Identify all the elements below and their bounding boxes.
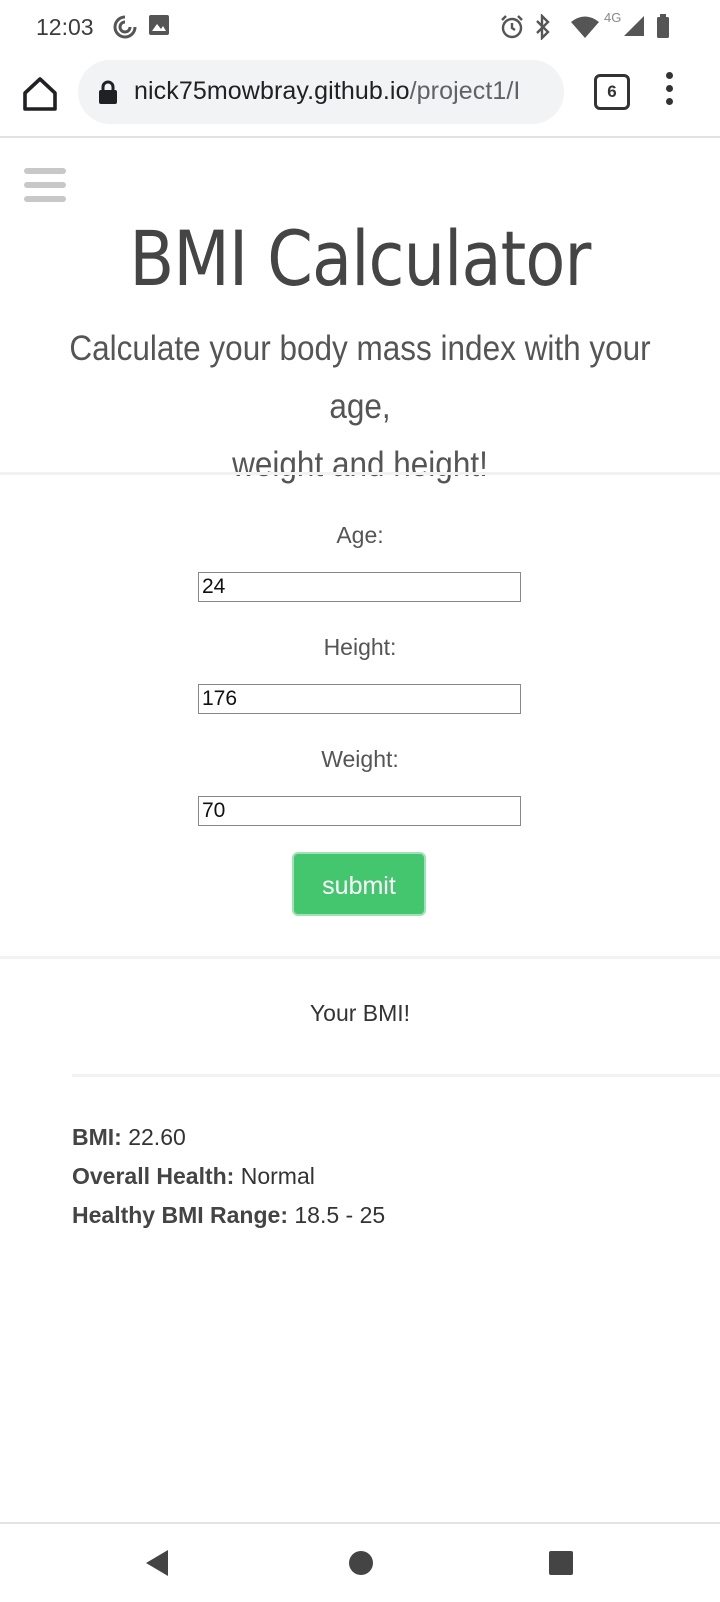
bluetooth-icon xyxy=(534,13,552,45)
health-result: Overall Health: Normal xyxy=(72,1163,315,1190)
divider xyxy=(0,956,720,959)
height-label: Height: xyxy=(323,634,397,660)
status-bar: 12:03 4G xyxy=(0,0,720,56)
url-host: nick75mowbray.github.io xyxy=(134,77,410,105)
result-divider xyxy=(72,1074,720,1077)
back-icon[interactable] xyxy=(144,1548,170,1583)
page-title: BMI Calculator xyxy=(129,214,591,303)
weight-label: Weight: xyxy=(321,746,399,772)
url-text: nick75mowbray.github.io/project1/I xyxy=(134,77,520,106)
range-label: Healthy BMI Range: xyxy=(72,1202,288,1228)
range-result: Healthy BMI Range: 18.5 - 25 xyxy=(72,1202,385,1229)
range-value: 18.5 - 25 xyxy=(294,1202,386,1228)
weight-input[interactable] xyxy=(198,796,521,826)
subtitle-line-1: Calculate your body mass index with your… xyxy=(69,329,651,426)
sync-icon xyxy=(112,14,138,45)
height-input[interactable] xyxy=(198,684,521,714)
url-path: /project1/I xyxy=(409,77,521,105)
home-button[interactable] xyxy=(20,74,60,114)
navigation-bar xyxy=(0,1522,720,1602)
subtitle-line-2: weight and height! xyxy=(232,445,488,484)
divider xyxy=(0,472,720,475)
browser-toolbar: nick75mowbray.github.io/project1/I 6 xyxy=(0,56,720,138)
bmi-result: BMI: 22.60 xyxy=(72,1124,186,1151)
health-label: Overall Health: xyxy=(72,1163,235,1189)
hamburger-menu-button[interactable] xyxy=(24,168,66,204)
recents-icon[interactable] xyxy=(548,1550,574,1581)
tab-switcher-button[interactable]: 6 xyxy=(594,74,630,110)
submit-button[interactable]: submit xyxy=(292,852,426,916)
health-value: Normal xyxy=(240,1163,315,1189)
lock-icon xyxy=(98,80,118,104)
battery-icon xyxy=(656,14,670,43)
cell-signal-icon xyxy=(622,14,646,43)
bmi-label: BMI: xyxy=(72,1124,122,1150)
wifi-icon xyxy=(570,14,600,45)
home-nav-icon[interactable] xyxy=(348,1550,374,1581)
overflow-menu-button[interactable] xyxy=(664,72,674,112)
status-time: 12:03 xyxy=(36,14,94,40)
alarm-icon xyxy=(500,14,524,45)
result-heading: Your BMI! xyxy=(309,1000,411,1026)
network-type: 4G xyxy=(604,10,622,25)
age-input[interactable] xyxy=(198,572,521,602)
page-subtitle: Calculate your body mass index with your… xyxy=(36,320,684,494)
image-icon xyxy=(148,14,170,41)
url-bar[interactable]: nick75mowbray.github.io/project1/I xyxy=(78,60,564,124)
home-icon xyxy=(23,77,57,111)
age-label: Age: xyxy=(336,522,384,548)
bmi-value: 22.60 xyxy=(128,1124,186,1150)
